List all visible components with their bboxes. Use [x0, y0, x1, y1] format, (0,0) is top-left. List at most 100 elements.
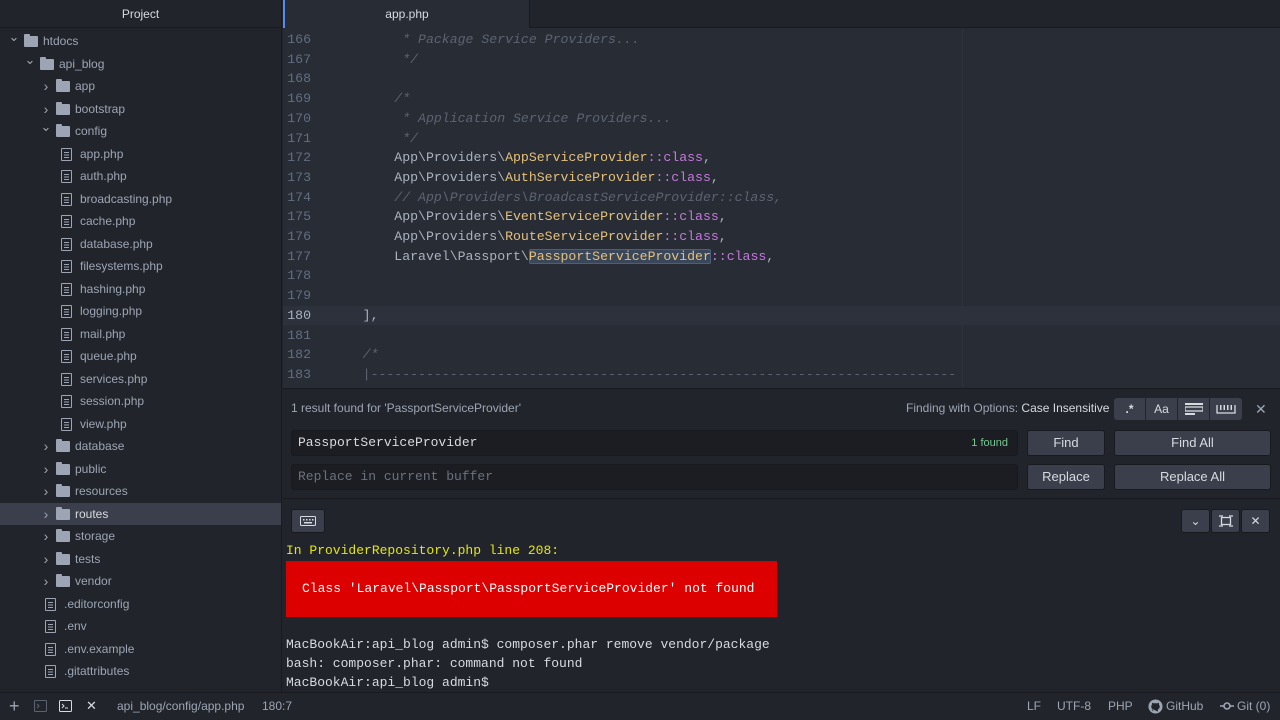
- grammar-selector[interactable]: PHP: [1108, 693, 1133, 720]
- chevron-right-icon[interactable]: ›: [40, 435, 52, 458]
- chevron-right-icon[interactable]: ›: [40, 75, 52, 98]
- regex-toggle-button[interactable]: .*: [1114, 398, 1146, 420]
- find-all-button[interactable]: Find All: [1114, 430, 1271, 456]
- code-line[interactable]: 181: [283, 326, 1280, 346]
- tree-file[interactable]: .editorconfig: [0, 593, 281, 616]
- find-input[interactable]: PassportServiceProvider 1 found: [291, 430, 1018, 456]
- chevron-down-icon[interactable]: ⌄: [8, 26, 20, 49]
- git-panel-button[interactable]: Git (0): [1237, 693, 1270, 720]
- tree-folder[interactable]: › database: [0, 435, 281, 458]
- line-number: 180: [287, 307, 311, 323]
- terminal-panel[interactable]: ⌄ ✕ In ProviderRepository.php line 208: …: [283, 498, 1280, 692]
- tree-folder[interactable]: › storage: [0, 525, 281, 548]
- terminal-active-icon[interactable]: [59, 700, 72, 715]
- tree-file[interactable]: logging.php: [0, 300, 281, 323]
- hide-terminal-button[interactable]: ⌄: [1181, 509, 1210, 533]
- code-line[interactable]: 174 // App\Providers\BroadcastServicePro…: [283, 188, 1280, 208]
- tree-folder[interactable]: ⌄ config: [0, 119, 281, 143]
- tree-file[interactable]: hashing.php: [0, 278, 281, 301]
- case-icon: Aa: [1154, 402, 1169, 416]
- github-panel-button[interactable]: GitHub: [1166, 693, 1203, 720]
- code-line[interactable]: 176 App\Providers\RouteServiceProvider::…: [283, 227, 1280, 247]
- code-line[interactable]: 177 Laravel\Passport\PassportServiceProv…: [283, 247, 1280, 267]
- chevron-right-icon[interactable]: ›: [40, 570, 52, 593]
- case-sensitive-toggle-button[interactable]: Aa: [1146, 398, 1178, 420]
- code-token: ,: [718, 209, 727, 225]
- code-line[interactable]: 168: [283, 69, 1280, 89]
- tree-file[interactable]: .gitattributes: [0, 660, 281, 683]
- tree-file[interactable]: session.php: [0, 390, 281, 413]
- close-find-panel-icon[interactable]: ✕: [1255, 401, 1267, 418]
- replace-input[interactable]: Replace in current buffer: [291, 464, 1018, 490]
- code-text: |---------------------------------------…: [331, 365, 957, 385]
- in-selection-toggle-button[interactable]: [1178, 398, 1210, 420]
- code-line[interactable]: 179: [283, 286, 1280, 306]
- file-text-icon: [61, 260, 72, 273]
- code-line[interactable]: 171 */: [283, 129, 1280, 149]
- tree-folder[interactable]: › public: [0, 458, 281, 481]
- code-line[interactable]: 178: [283, 266, 1280, 286]
- tree-file[interactable]: .env: [0, 615, 281, 638]
- tree-file[interactable]: broadcasting.php: [0, 188, 281, 211]
- whole-word-toggle-button[interactable]: [1210, 398, 1242, 420]
- chevron-right-icon[interactable]: ›: [40, 548, 52, 571]
- maximize-terminal-button[interactable]: [1211, 509, 1240, 533]
- terminal-inactive-icon[interactable]: [34, 700, 47, 715]
- code-line[interactable]: 173 App\Providers\AuthServiceProvider::c…: [283, 168, 1280, 188]
- code-line[interactable]: 167 */: [283, 50, 1280, 70]
- tree-file[interactable]: .env.example: [0, 638, 281, 661]
- file-path[interactable]: api_blog/config/app.php: [117, 693, 244, 720]
- replace-button[interactable]: Replace: [1027, 464, 1105, 490]
- tree-file[interactable]: mail.php: [0, 323, 281, 346]
- line-number: 181: [287, 327, 311, 343]
- tree-file[interactable]: queue.php: [0, 345, 281, 368]
- code-line[interactable]: 180 ],: [283, 305, 1280, 326]
- code-line[interactable]: 169 /*: [283, 89, 1280, 109]
- tree-folder[interactable]: › tests: [0, 548, 281, 571]
- find-button[interactable]: Find: [1027, 430, 1105, 456]
- close-terminal-button[interactable]: ✕: [1241, 509, 1270, 533]
- tree-file[interactable]: database.php: [0, 233, 281, 256]
- find-options-label: Finding with Options:: [906, 401, 1019, 415]
- code-line[interactable]: 170 * Application Service Providers...: [283, 109, 1280, 129]
- code-line[interactable]: 175 App\Providers\EventServiceProvider::…: [283, 207, 1280, 227]
- cursor-position[interactable]: 180:7: [262, 693, 292, 720]
- chevron-down-icon[interactable]: ⌄: [24, 49, 36, 72]
- close-all-terminals-icon[interactable]: ✕: [86, 698, 97, 714]
- tree-item-label: api_blog: [59, 56, 105, 71]
- tree-file[interactable]: filesystems.php: [0, 255, 281, 278]
- tree-folder[interactable]: › routes: [0, 502, 281, 526]
- tree-file[interactable]: cache.php: [0, 210, 281, 233]
- replace-all-button[interactable]: Replace All: [1114, 464, 1271, 490]
- code-line[interactable]: 172 App\Providers\AppServiceProvider::cl…: [283, 148, 1280, 168]
- code-line[interactable]: 183 |-----------------------------------…: [283, 365, 1280, 385]
- tree-file[interactable]: services.php: [0, 368, 281, 391]
- tree-folder[interactable]: ⌄ api_blog: [0, 52, 281, 76]
- tree-folder[interactable]: ⌄ htdocs: [0, 29, 281, 53]
- tree-item-label: hashing.php: [80, 281, 146, 296]
- add-terminal-icon[interactable]: +: [9, 696, 20, 717]
- encoding-selector[interactable]: UTF-8: [1057, 693, 1091, 720]
- tree-file[interactable]: app.php: [0, 143, 281, 166]
- tree-file[interactable]: auth.php: [0, 165, 281, 188]
- terminal-error-block: Class 'Laravel\Passport\PassportServiceP…: [286, 561, 777, 617]
- chevron-right-icon[interactable]: ›: [40, 480, 52, 503]
- code-text: App\Providers\RouteServiceProvider::clas…: [331, 227, 726, 247]
- file-text-icon: [61, 282, 72, 296]
- tree-folder[interactable]: › app: [0, 75, 281, 98]
- text-editor[interactable]: 166 * Package Service Providers... 167 */…: [283, 28, 1280, 388]
- chevron-right-icon[interactable]: ›: [40, 458, 52, 481]
- tree-folder[interactable]: › resources: [0, 480, 281, 503]
- tab-app-php[interactable]: app.php: [283, 0, 530, 28]
- git-commit-icon[interactable]: [1220, 699, 1234, 716]
- code-line[interactable]: 166 * Package Service Providers...: [283, 30, 1280, 50]
- line-ending-selector[interactable]: LF: [1027, 693, 1041, 720]
- tree-file[interactable]: view.php: [0, 413, 281, 436]
- chevron-right-icon[interactable]: ›: [40, 525, 52, 548]
- tree-folder[interactable]: › vendor: [0, 570, 281, 593]
- keyboard-button[interactable]: [291, 509, 325, 533]
- chevron-down-icon[interactable]: ⌄: [40, 116, 52, 139]
- github-icon[interactable]: [1148, 699, 1163, 717]
- code-line[interactable]: 182 /*: [283, 345, 1280, 365]
- chevron-right-icon[interactable]: ›: [40, 503, 52, 526]
